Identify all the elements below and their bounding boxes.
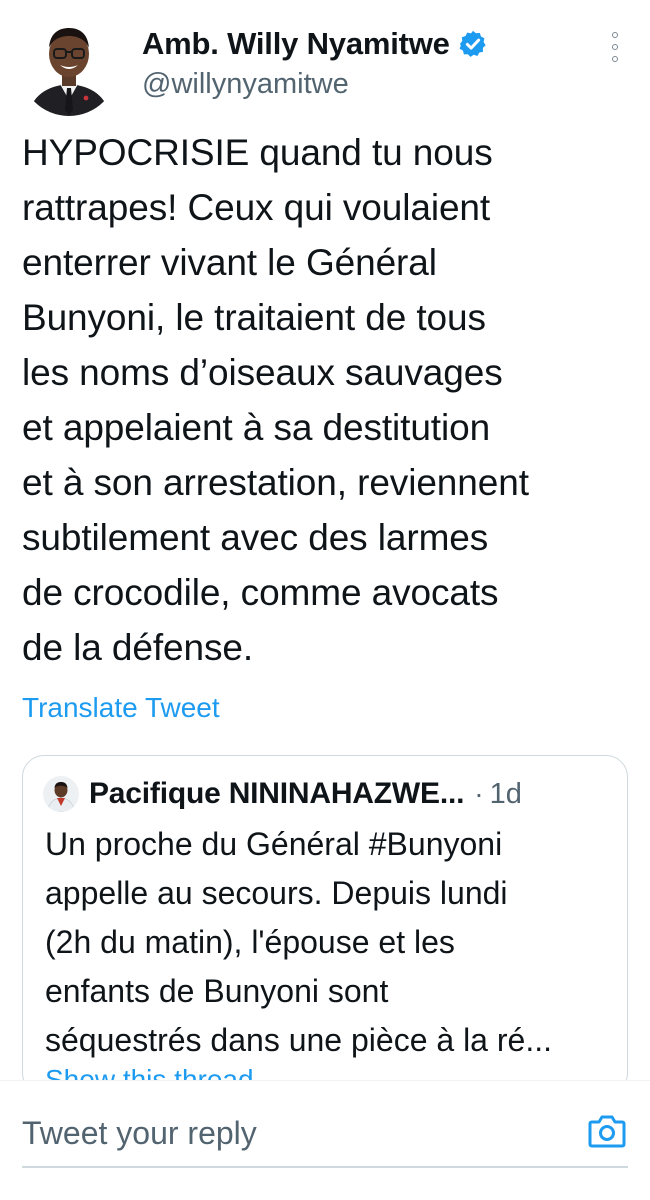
more-dot xyxy=(612,44,618,50)
quoted-tweet-header: Pacifique NININAHAZWE... · 1d xyxy=(43,774,522,814)
camera-icon[interactable] xyxy=(588,1113,626,1149)
quoted-author-name[interactable]: Pacifique NININAHAZWE... xyxy=(89,777,464,811)
translate-tweet-link[interactable]: Translate Tweet xyxy=(22,688,220,728)
quoted-tweet-card[interactable]: Pacifique NININAHAZWE... · 1d Un proche … xyxy=(22,755,628,1095)
author-display-name[interactable]: Amb. Willy Nyamitwe xyxy=(142,24,450,64)
author-handle[interactable]: @willynyamitwe xyxy=(142,67,488,101)
quoted-tweet-timestamp: 1d xyxy=(489,777,522,810)
quoted-tweet-text: Un proche du Général #Bunyoni appelle au… xyxy=(45,826,552,1058)
quoted-author-avatar xyxy=(43,776,79,812)
author-avatar-image xyxy=(20,18,118,116)
tweet-text: HYPOCRISIE quand tu nous rattrapes! Ceux… xyxy=(22,132,529,668)
author-names: Amb. Willy Nyamitwe @willynyamitwe xyxy=(142,24,488,101)
reply-input[interactable] xyxy=(22,1111,562,1155)
reply-input-underline xyxy=(22,1166,628,1168)
display-name-row: Amb. Willy Nyamitwe xyxy=(142,24,488,64)
more-dot xyxy=(612,32,618,38)
tweet-detail-page: Amb. Willy Nyamitwe @willynyamitwe HYPOC… xyxy=(0,0,650,1200)
tweet-author-header: Amb. Willy Nyamitwe @willynyamitwe xyxy=(20,18,630,118)
dot-separator: · xyxy=(474,778,484,809)
author-avatar[interactable] xyxy=(20,18,118,116)
more-dot xyxy=(612,56,618,62)
verified-badge-icon xyxy=(458,29,488,59)
more-options-icon[interactable] xyxy=(608,32,622,62)
reply-composer-bar xyxy=(0,1080,650,1200)
